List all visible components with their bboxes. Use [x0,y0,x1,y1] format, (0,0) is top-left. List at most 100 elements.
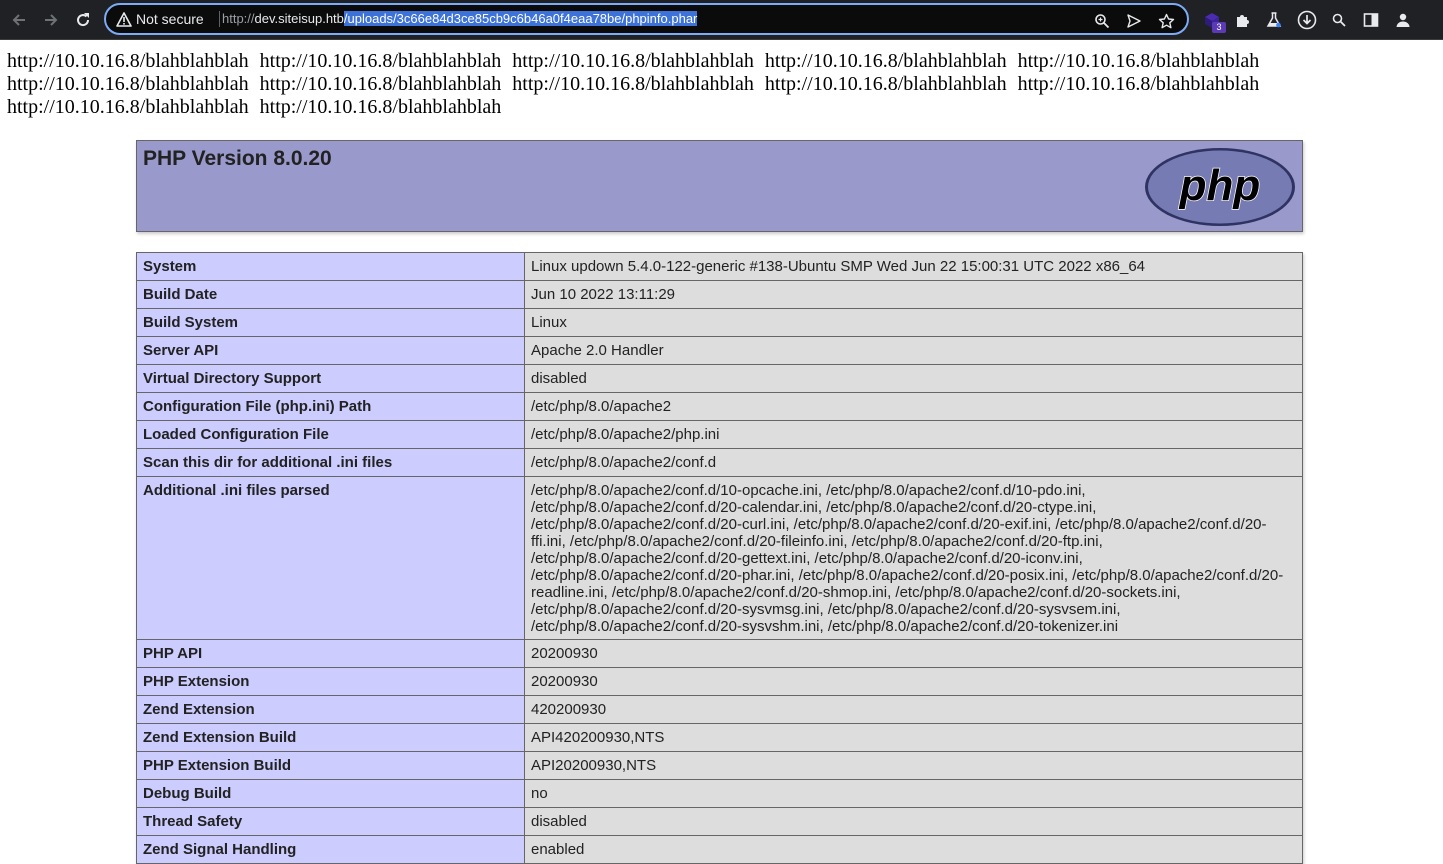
send-icon [1127,14,1141,28]
search-tabs-button[interactable] [1327,8,1351,32]
table-row: Thread Safety disabled [136,807,1303,836]
url-string: http://10.10.16.8/blahblahblah [259,73,502,95]
php-logo-icon[interactable]: php [1144,147,1296,227]
profile-button[interactable] [1391,8,1415,32]
row-value: /etc/php/8.0/apache2/php.ini [524,420,1303,449]
row-label: System [136,252,525,281]
back-arrow-icon [12,14,25,26]
row-value: Linux [524,308,1303,337]
row-label: Additional .ini files parsed [136,476,525,640]
url-string: http://10.10.16.8/blahblahblah [7,73,249,95]
security-label[interactable]: Not secure [136,11,204,27]
row-value: /etc/php/8.0/apache2 [524,392,1303,421]
row-value: API420200930,NTS [524,723,1303,752]
row-value: Jun 10 2022 13:11:29 [524,280,1303,309]
search-icon [1332,13,1346,27]
table-row: PHP API 20200930 [136,639,1303,668]
row-label: PHP Extension Build [136,751,525,780]
output-text: http://10.10.16.8/blahblahblah http://10… [7,50,1437,119]
url-string: http://10.10.16.8/blahblahblah [764,73,1007,95]
flask-icon [1266,12,1282,28]
table-row: Zend Extension Build API420200930,NTS [136,723,1303,752]
row-value: 20200930 [524,667,1303,696]
address-bar[interactable]: Not secure http://dev.siteisup.htb/uploa… [104,3,1189,35]
side-panel-button[interactable] [1359,8,1383,32]
row-label: Loaded Configuration File [136,420,525,449]
downloads-button[interactable] [1295,8,1319,32]
bookmark-button[interactable] [1156,11,1176,31]
row-value: no [524,779,1303,808]
table-row: PHP Extension 20200930 [136,667,1303,696]
row-label: Build Date [136,280,525,309]
row-value: /etc/php/8.0/apache2/conf.d/10-opcache.i… [524,476,1303,640]
row-label: Scan this dir for additional .ini files [136,448,525,477]
side-panel-icon [1363,13,1379,27]
url-string: http://10.10.16.8/blahblahblah [1017,73,1260,95]
table-row: Build System Linux [136,308,1303,337]
row-label: Zend Extension [136,695,525,724]
browser-toolbar: Not secure http://dev.siteisup.htb/uploa… [0,0,1443,40]
row-label: Virtual Directory Support [136,364,525,393]
phpinfo-container: PHP Version 8.0.20 php System Linux updow… [136,140,1303,864]
labs-button[interactable] [1262,8,1286,32]
url-string: http://10.10.16.8/blahblahblah [1017,50,1260,72]
back-button[interactable] [5,6,33,34]
divider [219,11,220,27]
forward-arrow-icon [45,14,58,26]
forward-button[interactable] [37,6,65,34]
table-row: Server API Apache 2.0 Handler [136,336,1303,365]
row-value: /etc/php/8.0/apache2/conf.d [524,448,1303,477]
puzzle-icon [1237,15,1249,27]
table-row: Debug Build no [136,779,1303,808]
row-value: 20200930 [524,639,1303,668]
row-value: Apache 2.0 Handler [524,336,1303,365]
reload-button[interactable] [69,6,97,34]
row-label: Zend Signal Handling [136,835,525,864]
download-icon [1297,10,1317,30]
url-string: http://10.10.16.8/blahblahblah [7,96,249,118]
table-row: Zend Extension 420200930 [136,695,1303,724]
php-info-table: System Linux updown 5.4.0-122-generic #13… [136,252,1303,864]
url-string: http://10.10.16.8/blahblahblah [259,96,502,118]
table-row: Loaded Configuration File/etc/php/8.0/ap… [136,420,1303,449]
url-text[interactable]: http://dev.siteisup.htb/uploads/3c66e84d… [222,10,698,28]
svg-text:php: php [1179,161,1261,210]
url-string: http://10.10.16.8/blahblahblah [512,73,754,95]
url-path: /uploads/3c66e84d3ce85cb9c6b46a0f4eaa78b… [343,11,698,26]
row-value: disabled [524,364,1303,393]
table-row: System Linux updown 5.4.0-122-generic #13… [136,252,1303,281]
row-value: Linux updown 5.4.0-122-generic #138-Ubun… [524,252,1303,281]
row-label: Server API [136,336,525,365]
row-value: disabled [524,807,1303,836]
table-row: Scan this dir for additional .ini files /… [136,448,1303,477]
table-row: Additional .ini files parsed/etc/php/8.0… [136,476,1303,640]
row-label: Debug Build [136,779,525,808]
zoom-icon [1095,14,1110,29]
table-row: PHP Extension Build API20200930,NTS [136,751,1303,780]
url-string: http://10.10.16.8/blahblahblah [512,50,754,72]
url-string: http://10.10.16.8/blahblahblah [259,50,502,72]
php-version-title: PHP Version 8.0.20 [143,147,332,170]
php-version-header: PHP Version 8.0.20 php [136,140,1303,232]
table-row: Zend Signal Handling enabled [136,835,1303,864]
send-to-device-button[interactable] [1124,11,1144,31]
row-label: PHP Extension [136,667,525,696]
extension-badge: 3 [1212,22,1226,33]
row-label: Configuration File (php.ini) Path [136,392,525,421]
row-label: Zend Extension Build [136,723,525,752]
row-label: Build System [136,308,525,337]
row-value: API20200930,NTS [524,751,1303,780]
row-value: enabled [524,835,1303,864]
row-value: 420200930 [524,695,1303,724]
table-row: Build Date Jun 10 2022 13:11:29 [136,280,1303,309]
url-string: http://10.10.16.8/blahblahblah [7,50,249,72]
table-row: Configuration File (php.ini) Path/etc/ph… [136,392,1303,421]
extensions-menu-button[interactable] [1231,8,1255,32]
warning-triangle-icon[interactable] [116,12,132,27]
star-icon [1158,13,1174,28]
reload-icon [77,13,90,27]
url-host: dev.siteisup.htb [254,11,344,26]
zoom-button[interactable] [1092,11,1112,31]
row-label: PHP API [136,639,525,668]
url-string: http://10.10.16.8/blahblahblah [764,50,1007,72]
